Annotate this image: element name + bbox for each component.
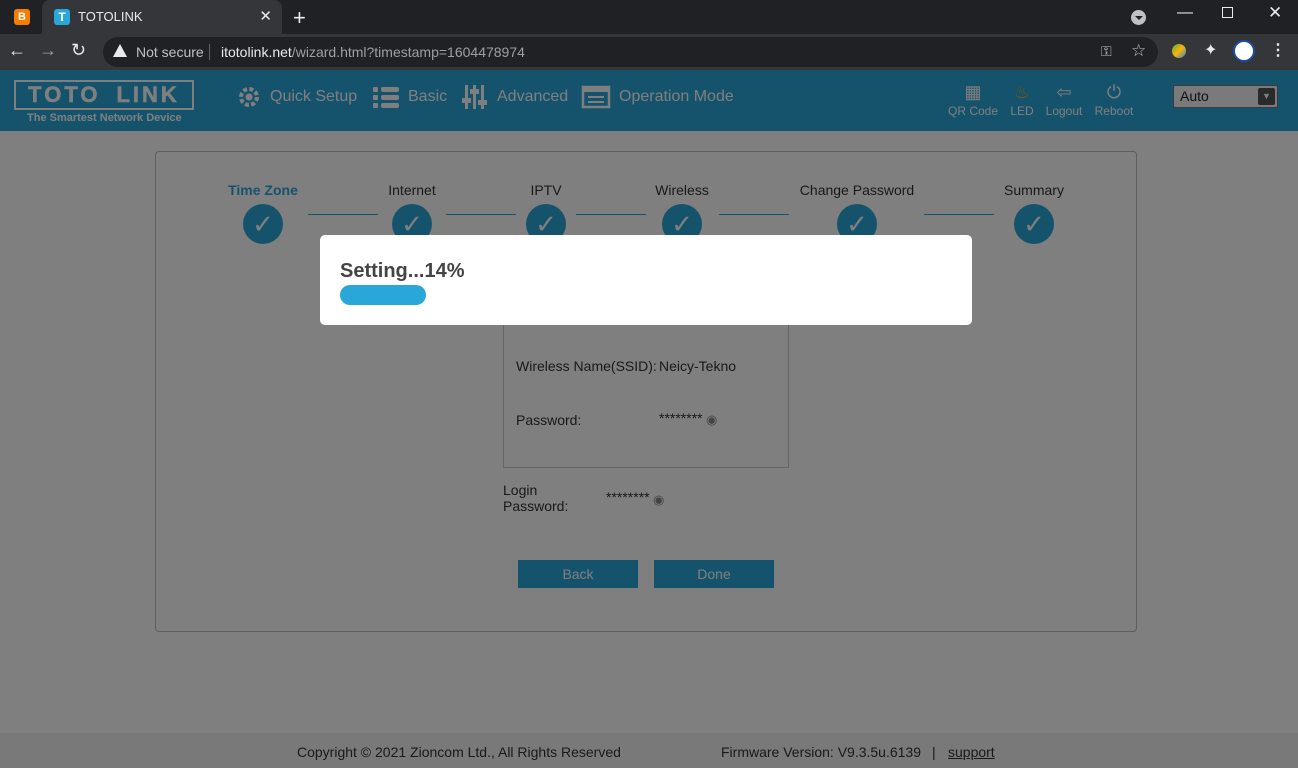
totolink-favicon-icon: T bbox=[54, 9, 70, 25]
warning-icon bbox=[113, 44, 127, 57]
not-secure-label[interactable]: Not secure bbox=[136, 44, 204, 60]
extension-icon[interactable] bbox=[1172, 44, 1186, 58]
reload-icon[interactable]: ↻ bbox=[71, 40, 86, 61]
puzzle-icon[interactable]: ✦ bbox=[1204, 40, 1217, 60]
progress-title: Setting...14% bbox=[340, 260, 465, 282]
key-icon[interactable]: ⚿ bbox=[1101, 43, 1112, 60]
url-text[interactable]: itotolink.net/wizard.html?timestamp=1604… bbox=[221, 44, 525, 60]
tab-search-icon[interactable] bbox=[1131, 10, 1146, 25]
progress-bar bbox=[340, 285, 952, 305]
maximize-icon[interactable] bbox=[1222, 7, 1233, 18]
address-bar[interactable]: Not secure itotolink.net/wizard.html?tim… bbox=[103, 37, 1158, 67]
page-viewport: TOTO LINK The Smartest Network Device Qu… bbox=[0, 70, 1298, 768]
new-tab-button[interactable]: + bbox=[293, 5, 306, 31]
minimize-icon[interactable]: — bbox=[1177, 4, 1193, 22]
divider bbox=[209, 44, 210, 60]
tab-close-icon[interactable]: ✕ bbox=[259, 7, 272, 25]
star-icon[interactable]: ☆ bbox=[1131, 41, 1146, 61]
forward-arrow-icon[interactable]: → bbox=[39, 40, 57, 61]
tab-title: TOTOLINK bbox=[78, 9, 143, 24]
progress-fill bbox=[340, 285, 426, 305]
active-tab[interactable]: T TOTOLINK ✕ bbox=[42, 0, 282, 34]
browser-toolbar: ← → ↻ Not secure itotolink.net/wizard.ht… bbox=[0, 34, 1298, 70]
pinned-tab-blogger[interactable]: B bbox=[6, 4, 38, 30]
back-arrow-icon[interactable]: ← bbox=[8, 40, 26, 61]
url-path: /wizard.html?timestamp=1604478974 bbox=[291, 44, 525, 60]
url-host: itotolink.net bbox=[221, 44, 292, 60]
browser-tab-bar: B T TOTOLINK ✕ + — ✕ bbox=[0, 0, 1298, 34]
window-close-icon[interactable]: ✕ bbox=[1268, 3, 1282, 23]
profile-avatar[interactable] bbox=[1233, 40, 1255, 62]
progress-dialog: Setting...14% bbox=[320, 235, 972, 325]
modal-overlay bbox=[0, 70, 1298, 768]
menu-dots-icon[interactable]: ⋮ bbox=[1270, 40, 1286, 60]
blogger-icon: B bbox=[14, 9, 30, 25]
